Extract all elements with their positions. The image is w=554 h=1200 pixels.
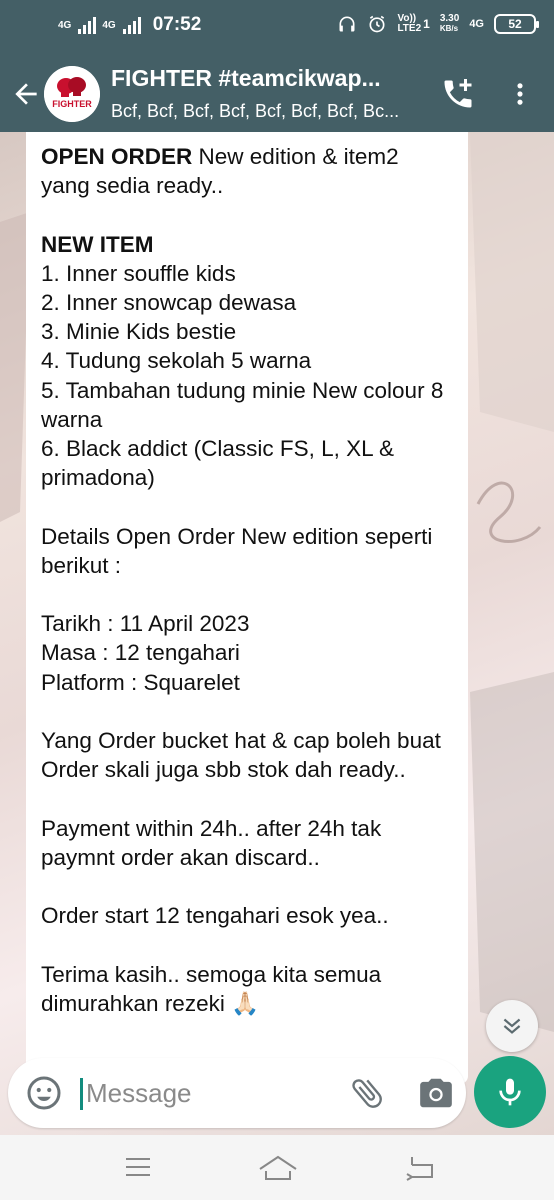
message-order-start: Order start 12 tengahari esok yea.. <box>41 903 389 929</box>
add-call-icon[interactable] <box>440 76 476 112</box>
more-vert-icon[interactable] <box>506 78 534 110</box>
message-line: yang sedia ready.. <box>41 173 224 199</box>
volte-indicator: Vo)) LTE2 <box>397 14 421 34</box>
system-navigation-bar <box>0 1135 554 1200</box>
message-line: OPEN ORDER New edition & item2 <box>41 142 454 171</box>
signal-strength-icon <box>78 16 97 34</box>
sim2-network-label: 4G <box>102 19 116 31</box>
nav-back-icon[interactable] <box>400 1151 440 1185</box>
list-item: 6. Black addict (Classic FS, L, XL & pri… <box>41 436 401 491</box>
message-time: Masa : 12 tengahari <box>41 640 240 666</box>
lte-label: LTE2 <box>397 23 422 34</box>
group-avatar[interactable]: FIGHTER <box>44 66 100 122</box>
message-date: Tarikh : 11 April 2023 <box>41 611 250 637</box>
list-item: 3. Minie Kids bestie <box>41 319 237 345</box>
list-item: 1. Inner souffle kids <box>41 260 236 286</box>
new-item-heading: NEW ITEM <box>41 231 154 257</box>
network-speed-unit: KB/s <box>439 24 459 33</box>
status-right: Vo)) LTE2 1 3.30 KB/s 4G 52 <box>337 14 539 34</box>
attach-icon[interactable] <box>348 1074 386 1112</box>
alarm-icon <box>369 15 385 33</box>
scroll-to-bottom-button[interactable] <box>486 1000 538 1052</box>
list-item: 4. Tudung sekolah 5 warna <box>41 348 312 374</box>
network-speed: 3.30 KB/s <box>440 14 459 34</box>
home-icon[interactable] <box>256 1151 300 1185</box>
open-order-heading: OPEN ORDER <box>41 144 193 169</box>
microphone-icon <box>499 1078 521 1106</box>
message-platform: Platform : Squarelet <box>41 669 240 695</box>
status-bar: 4G 4G 07:52 Vo)) LTE2 1 3.30 KB/s 4G 52 <box>0 0 554 58</box>
list-item: 2. Inner snowcap dewasa <box>41 290 297 315</box>
boxing-glove-icon <box>44 66 100 122</box>
message-bubble[interactable]: OPEN ORDER New edition & item2 yang sedi… <box>26 132 468 1084</box>
message-bucket: Yang Order bucket hat & cap boleh buat O… <box>41 728 448 783</box>
camera-icon[interactable] <box>416 1074 456 1112</box>
chat-area[interactable]: OPEN ORDER New edition & item2 yang sedi… <box>0 132 554 1135</box>
avatar-text: FIGHTER <box>52 99 92 109</box>
message-thanks: Terima kasih.. semoga kita semua dimurah… <box>41 961 388 1016</box>
sim1-network-label: 4G <box>58 19 72 31</box>
emoji-icon[interactable] <box>26 1075 62 1111</box>
back-arrow-icon[interactable] <box>10 78 42 110</box>
chat-header: FIGHTER FIGHTER #teamcikwap... Bcf, Bcf,… <box>0 58 554 132</box>
message-composer <box>8 1058 466 1128</box>
battery-icon: 52 <box>494 14 539 34</box>
recent-apps-icon[interactable] <box>120 1151 156 1183</box>
message-payment: Payment within 24h.. after 24h tak paymn… <box>41 815 388 870</box>
sim-slot-label: 1 <box>423 17 430 31</box>
status-left: 4G 4G 07:52 <box>58 14 201 36</box>
signal-strength-icon <box>122 16 141 34</box>
message-input[interactable] <box>86 1073 336 1113</box>
chat-participants[interactable]: Bcf, Bcf, Bcf, Bcf, Bcf, Bcf, Bcf, Bc... <box>111 101 421 122</box>
text-cursor <box>80 1078 83 1110</box>
list-item: 5. Tambahan tudung minie New colour 8 wa… <box>41 377 450 432</box>
chat-title[interactable]: FIGHTER #teamcikwap... <box>111 65 421 92</box>
message-details: Details Open Order New edition seperti b… <box>41 523 439 578</box>
double-chevron-down-icon <box>503 1018 521 1034</box>
open-order-text: New edition & item2 <box>192 144 399 169</box>
clock-time: 07:52 <box>152 14 202 35</box>
network-speed-value: 3.30 <box>439 13 460 24</box>
data-network-label: 4G <box>469 18 484 30</box>
headphones-icon <box>339 16 355 32</box>
voice-record-button[interactable] <box>474 1056 546 1128</box>
battery-level: 52 <box>508 17 522 31</box>
